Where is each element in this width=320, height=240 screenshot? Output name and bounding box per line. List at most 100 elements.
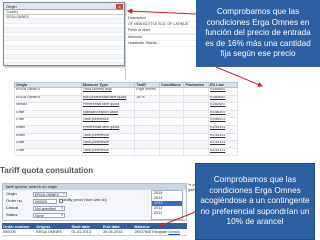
origin-cell: ERGA OMNES — [14, 94, 82, 104]
table-row: Mexico Preferential tariff quota R2658/87 — [14, 102, 238, 111]
critical-select-value: Not specified — [35, 206, 56, 211]
measure-type-cell[interactable]: Tariff preference — [80, 132, 136, 142]
critical-label: Critical — [6, 205, 19, 210]
origin-cell: Israel — [14, 124, 82, 134]
footnotes-cell — [183, 147, 209, 157]
critical-select[interactable]: Not specified ▾ — [33, 205, 65, 211]
conditions-cell — [158, 117, 185, 126]
origins-cell: ERGA OMNES — [35, 229, 71, 236]
origin-cell: Chile — [14, 117, 82, 126]
conditions-cell — [158, 87, 185, 96]
origin-cell: Chile — [14, 147, 82, 157]
origin-label: Origin — [6, 191, 17, 196]
conditions-cell — [158, 140, 185, 149]
status-select-value: None — [35, 213, 44, 218]
chevron-down-icon: ▾ — [61, 205, 63, 210]
table-row: Chile Tariff preference R1300/11 — [14, 147, 238, 157]
end-date-cell: 30-06-2013 — [101, 229, 134, 236]
callout-erga-omnes-price: Comprobamos que las condiciones Erga Omn… — [196, 0, 320, 67]
origin-select[interactable]: ERGA OMNES ▾ — [33, 191, 67, 197]
measure-type-cell[interactable]: Standard export value — [80, 109, 136, 119]
origin-popup-window: Origin x Country ERGA OMNES — [3, 2, 125, 66]
measure-type-cell[interactable]: Tariff preference — [80, 117, 136, 126]
conditions-cell — [158, 147, 185, 157]
year-listbox[interactable]: 2019 2014 2013 2012 2011 — [151, 190, 183, 220]
screenshot-stage: Origin x Country ERGA OMNES Description … — [0, 0, 320, 240]
measure-type-cell[interactable]: Third country duty — [80, 87, 136, 96]
start-date-cell: 01-01-2013 — [70, 229, 102, 236]
origin-cell: Chile — [14, 109, 82, 119]
origin-cell: Chile — [14, 140, 82, 149]
origin-cell: ERGA OMNES — [14, 87, 82, 96]
eu-law-cell[interactable]: R1300/11 — [207, 124, 238, 134]
tariff-cell — [134, 147, 160, 157]
order-number-input[interactable]: 090025 — [33, 198, 57, 204]
eu-law-cell[interactable]: R1580/07 — [207, 109, 238, 119]
footnotes-cell — [183, 94, 209, 104]
quota-search-form: Tariff quotas: search on origin Origin E… — [2, 183, 187, 221]
status-label: Status — [6, 212, 18, 217]
origin-cell: Israel — [14, 132, 82, 142]
table-row: Israel Tariff preference R1300/11 — [14, 132, 238, 142]
eu-law-cell[interactable]: R1300/11 — [207, 140, 238, 149]
tariff-cell — [134, 132, 160, 142]
conditions-cell — [158, 109, 185, 119]
eu-law-cell[interactable]: R1300/11 — [207, 147, 238, 157]
popup-row[interactable] — [4, 63, 124, 65]
measure-type-cell[interactable]: Tariff preference — [80, 147, 136, 157]
product-detail-panel: Description OF NEW BOTTLE SLD. OF LATINU… — [125, 16, 197, 80]
table-row: Chile Tariff preference R1300/11 — [14, 140, 238, 149]
eu-law-cell[interactable]: R2658/87 — [207, 87, 238, 96]
table-row: Israel Preferential tariff quota R1300/11 — [14, 124, 238, 134]
chevron-down-icon: ▾ — [61, 212, 63, 217]
measure-type-cell[interactable]: Preferential tariff quota — [80, 124, 136, 134]
tariff-cell: 16 % — [134, 94, 160, 104]
arrow-to-popup — [126, 8, 197, 15]
chevron-down-icon: ▾ — [63, 191, 65, 196]
origin-cell: Mexico — [14, 102, 82, 111]
footnotes-cell — [183, 102, 209, 111]
tariff-cell — [134, 140, 160, 149]
eu-law-cell[interactable]: R0985/13 — [207, 117, 238, 126]
table-row: ERGA OMNES Third country duty Erga omnes R2… — [14, 87, 238, 96]
eu-law-cell[interactable]: R1300/11 — [207, 132, 238, 142]
order-number-cell: 090025 — [2, 229, 36, 236]
conditions-cell — [158, 94, 185, 104]
close-icon[interactable]: x — [116, 4, 123, 9]
footnotes-cell — [183, 140, 209, 149]
details-link[interactable]: Details — [168, 230, 180, 234]
balance-value: 28927840 Kilogram — [134, 229, 168, 234]
conditions-cell — [158, 132, 185, 142]
page-title: Tariff quota consultation — [0, 166, 94, 175]
validity-checkbox[interactable] — [59, 199, 63, 203]
quota-results-table: Order number Origins Start date End date… — [2, 223, 187, 239]
order-number-label: Order no. — [6, 198, 23, 203]
table-row: Chile Tariff preference R0985/13 — [14, 117, 238, 126]
origin-select-value: ERGA OMNES — [35, 192, 60, 197]
tariff-cell — [134, 102, 160, 111]
tariff-cell: Erga omnes — [134, 87, 160, 96]
footnotes-cell — [183, 132, 209, 142]
year-option[interactable]: 2011 — [152, 211, 182, 216]
conditions-cell — [158, 102, 185, 111]
footnotes-cell — [183, 109, 209, 119]
measure-type-cell[interactable]: Tariff preference — [80, 140, 136, 149]
footnotes-cell — [183, 117, 209, 126]
table-row: ERGA OMNES Non preferential tariff quota 1… — [14, 94, 238, 104]
measure-type-cell[interactable]: Preferential tariff quota — [80, 102, 136, 111]
table-row: Chile Standard export value R1580/07 — [14, 109, 238, 119]
measures-table: Origin Measure Type Tariff Conditions Fo… — [14, 82, 238, 164]
balance-cell: 28927840 Kilogram Details — [133, 229, 187, 236]
popup-title: Origin — [4, 3, 124, 10]
footnotes-cell — [183, 87, 209, 96]
eu-law-cell[interactable]: R2658/87 — [207, 94, 238, 104]
validity-note: Validity period (start date dd) — [61, 198, 107, 202]
tariff-cell — [134, 117, 160, 126]
callout-erga-omnes-quota: Comprobamos que las condiciones Erga Omn… — [195, 163, 315, 240]
detail-line: Hazelnuts, filberts... — [126, 41, 197, 47]
column-header-conditions: Conditions — [158, 82, 185, 88]
tariff-cell — [134, 109, 160, 119]
eu-law-cell[interactable]: R2658/87 — [207, 102, 238, 111]
status-select[interactable]: None ▾ — [33, 212, 65, 218]
measure-type-cell[interactable]: Non preferential tariff quota — [80, 94, 136, 104]
